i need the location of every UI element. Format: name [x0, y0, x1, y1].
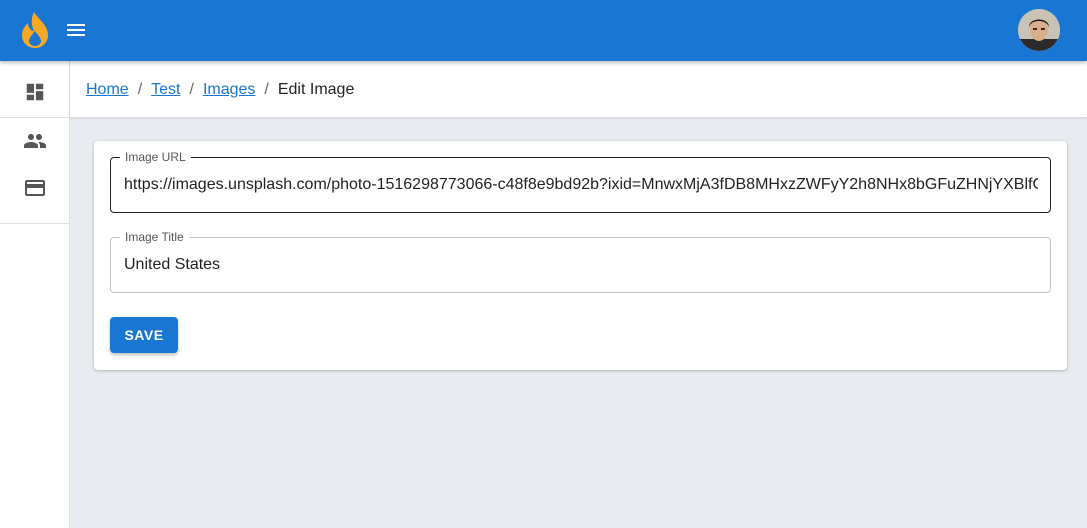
user-avatar[interactable]: [1018, 9, 1060, 51]
flame-logo-icon[interactable]: [20, 11, 50, 49]
breadcrumb-separator: /: [264, 80, 269, 98]
image-title-field: Image Title: [110, 230, 1051, 293]
breadcrumb-current-page: Edit Image: [277, 80, 355, 98]
image-url-field: Image URL: [110, 150, 1051, 213]
dashboard-icon: [24, 81, 46, 108]
credit-card-icon: [23, 176, 47, 205]
breadcrumb-separator: /: [189, 80, 194, 98]
breadcrumb-link-home[interactable]: Home: [86, 81, 129, 99]
image-title-input[interactable]: [124, 238, 1038, 292]
breadcrumb-bar: Home / Test / Images / Edit Image: [70, 61, 1087, 118]
rail-divider: [0, 117, 69, 118]
rail-item-people[interactable]: [0, 120, 69, 166]
breadcrumb-link-test[interactable]: Test: [151, 81, 180, 99]
breadcrumb: Home / Test / Images / Edit Image: [86, 61, 354, 118]
image-url-input[interactable]: [124, 158, 1038, 212]
breadcrumb-separator: /: [137, 80, 143, 98]
side-navigation-rail: [0, 61, 70, 528]
app-bar: [0, 0, 1087, 61]
breadcrumb-link-images[interactable]: Images: [203, 81, 255, 99]
edit-image-form-card: Image URL Image Title SAVE: [94, 141, 1067, 370]
save-button[interactable]: SAVE: [110, 317, 178, 353]
hamburger-menu-icon[interactable]: [62, 16, 90, 44]
rail-divider: [0, 223, 69, 224]
rail-item-dashboard[interactable]: [0, 71, 69, 117]
people-icon: [23, 129, 47, 158]
rail-item-payments[interactable]: [0, 167, 69, 213]
